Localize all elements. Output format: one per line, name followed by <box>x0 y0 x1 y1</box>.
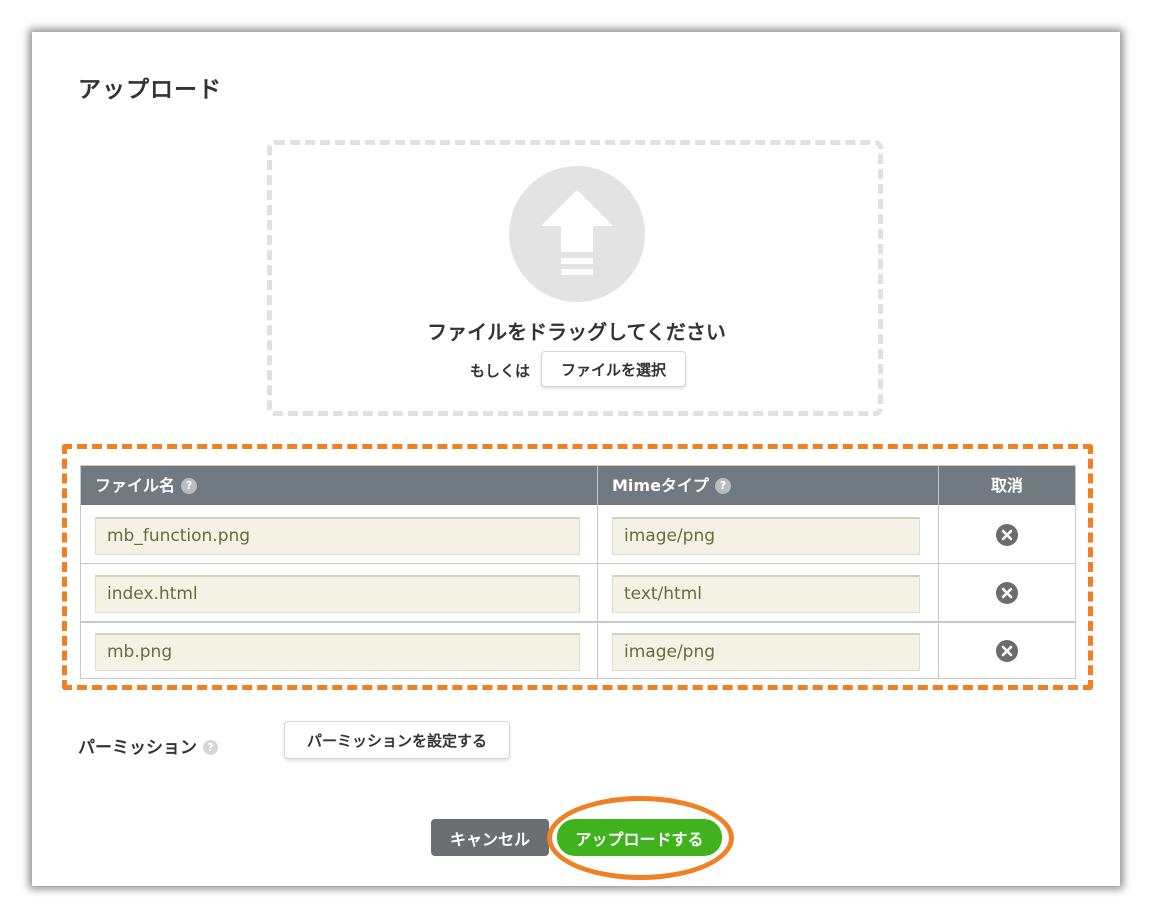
dropzone-or-text: もしくは <box>470 362 531 380</box>
mime-type-field[interactable]: image/png <box>612 633 920 671</box>
column-header-file-name-label: ファイル名 <box>95 476 176 495</box>
column-header-mime-type-label: Mimeタイプ <box>612 476 709 495</box>
table-header <box>81 466 1075 505</box>
remove-file-icon[interactable] <box>996 524 1018 546</box>
permission-label-text: パーミッション <box>78 738 197 758</box>
upload-arrow-icon <box>509 166 645 302</box>
set-permission-button[interactable]: パーミッションを設定する <box>284 721 510 759</box>
file-name-field[interactable]: index.html <box>95 575 580 613</box>
mime-type-field[interactable]: text/html <box>612 575 920 613</box>
column-divider <box>938 466 939 678</box>
file-table: ファイル名? Mimeタイプ? 取消 mb_function.png image… <box>80 465 1076 679</box>
column-header-file-name: ファイル名? <box>95 466 198 505</box>
column-header-cancel: 取消 <box>990 476 1023 495</box>
help-icon[interactable]: ? <box>714 477 731 494</box>
row-divider <box>81 621 1075 623</box>
upload-button[interactable]: アップロードする <box>557 819 722 856</box>
mime-type-field[interactable]: image/png <box>612 517 920 555</box>
cancel-button[interactable]: キャンセル <box>431 819 549 856</box>
remove-file-icon[interactable] <box>996 582 1018 604</box>
help-icon[interactable]: ? <box>203 739 218 755</box>
permission-label: パーミッション? <box>78 733 218 758</box>
dropzone-instruction: ファイルをドラッグしてください <box>427 320 726 344</box>
file-name-field[interactable]: mb.png <box>95 633 580 671</box>
file-name-field[interactable]: mb_function.png <box>95 517 580 555</box>
remove-file-icon[interactable] <box>996 640 1018 662</box>
help-icon[interactable]: ? <box>181 477 198 494</box>
row-divider <box>81 563 1075 564</box>
column-header-mime-type: Mimeタイプ? <box>612 466 731 505</box>
column-divider <box>597 466 598 678</box>
dialog-title: アップロード <box>78 77 222 103</box>
choose-file-button[interactable]: ファイルを選択 <box>541 351 686 387</box>
